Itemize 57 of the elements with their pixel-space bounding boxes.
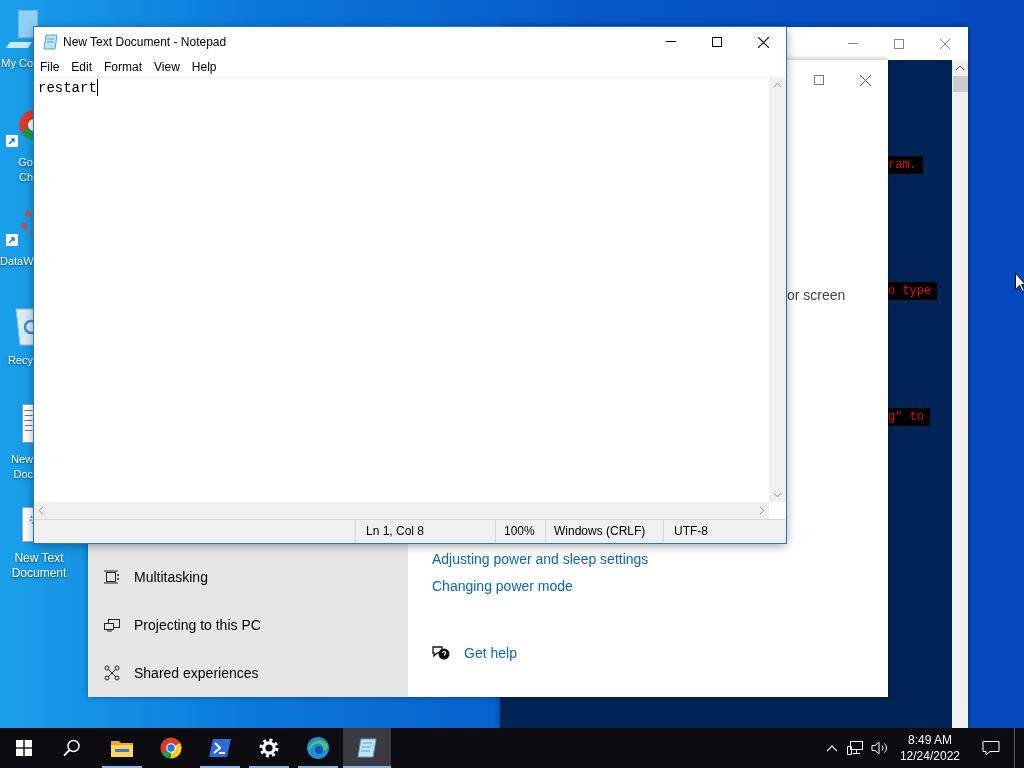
description-text: or screen — [787, 286, 846, 304]
menu-item[interactable]: Help — [185, 57, 223, 77]
horizontal-scrollbar[interactable] — [34, 502, 769, 519]
edge-icon — [306, 736, 330, 760]
window-title: New Text Document - Notepad — [63, 35, 228, 49]
document-text: restart — [38, 79, 97, 97]
cursor-position: Ln 1, Col 8 — [355, 520, 495, 543]
chevron-icon — [773, 82, 782, 88]
zoom-level: 100% — [495, 520, 545, 543]
console-text: ram. — [888, 156, 923, 174]
gear-icon — [258, 737, 280, 759]
search-icon — [63, 739, 81, 757]
console-text: g" to — [888, 408, 930, 426]
menu-item[interactable]: File — [34, 57, 66, 77]
network-icon — [846, 740, 865, 756]
taskbar-app-button[interactable] — [343, 728, 391, 768]
vertical-scrollbar[interactable] — [769, 78, 786, 502]
console-text: o type — [888, 282, 938, 300]
text-cursor — [96, 79, 98, 96]
menu-item[interactable]: View — [148, 57, 186, 77]
nav-item[interactable]: Shared experiences — [88, 649, 408, 697]
clock[interactable]: 8:49 AM 12/24/2022 — [891, 728, 968, 768]
menu-item[interactable]: Format — [98, 57, 149, 77]
windows-logo-icon — [16, 740, 32, 756]
close-icon — [757, 36, 769, 48]
speaker-icon — [870, 740, 889, 756]
multitasking-icon — [104, 569, 120, 585]
minimize-icon — [666, 41, 676, 43]
mouse-pointer-icon — [1015, 273, 1024, 293]
scrollbar-thumb[interactable] — [952, 76, 968, 92]
network-nodes-icon — [104, 665, 120, 681]
maximize-icon — [814, 75, 824, 85]
monitors-icon — [104, 617, 120, 633]
encoding: UTF-8 — [663, 520, 786, 543]
nav-item[interactable]: Projecting to this PC — [88, 601, 408, 649]
chat-help-icon — [432, 645, 450, 661]
scrollbar[interactable] — [952, 60, 968, 728]
chrome-icon — [160, 737, 182, 759]
help-link[interactable]: Adjusting power and sleep settings — [432, 549, 649, 569]
close-icon — [859, 74, 871, 86]
help-link[interactable]: Changing power mode — [432, 576, 573, 596]
chevron-icon — [38, 506, 44, 515]
line-ending: Windows (CRLF) — [545, 520, 663, 543]
nav-item[interactable]: Multitasking — [88, 553, 408, 601]
close-icon — [940, 38, 950, 49]
menu-item[interactable]: Edit — [65, 57, 99, 77]
notepad-icon — [42, 34, 58, 50]
monitor-icon — [4, 8, 38, 50]
get-help-link[interactable]: Get help — [464, 643, 517, 663]
minimize-icon — [848, 42, 858, 45]
maximize-icon — [712, 37, 722, 47]
notepad-icon — [355, 737, 379, 759]
folder-icon — [110, 738, 134, 758]
maximize-icon — [894, 38, 904, 49]
speech-bubble-icon — [982, 740, 1000, 756]
caret-up-icon — [825, 744, 838, 752]
terminal-icon — [208, 738, 232, 758]
